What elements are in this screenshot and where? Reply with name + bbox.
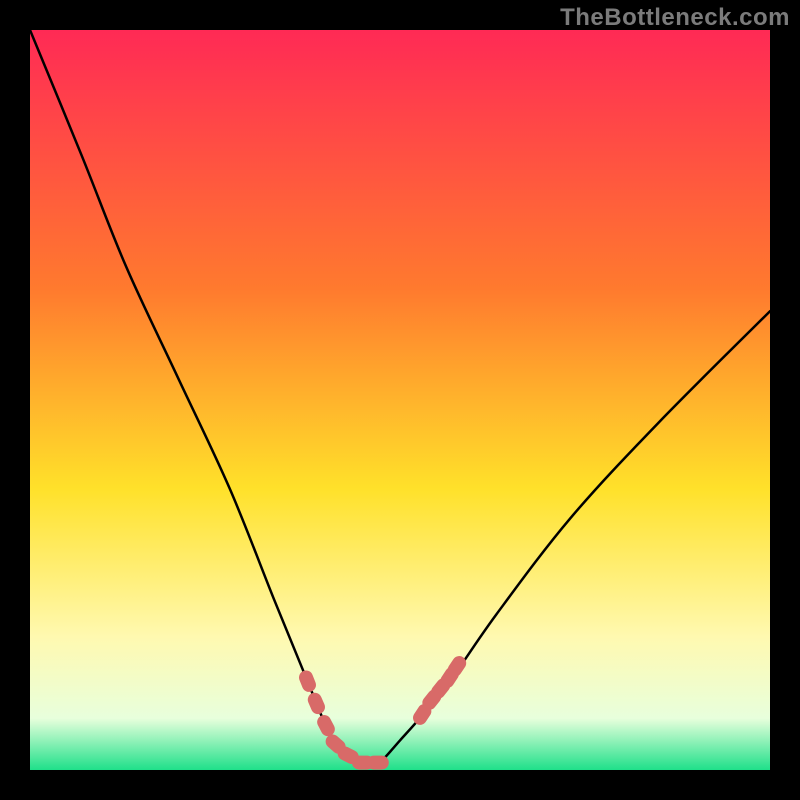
chart-frame: TheBottleneck.com [0,0,800,800]
watermark-text: TheBottleneck.com [560,4,790,32]
chart-plot-area [30,30,770,770]
chart-svg [30,30,770,770]
heatmap-background [30,30,770,770]
valley-marker [367,756,389,770]
